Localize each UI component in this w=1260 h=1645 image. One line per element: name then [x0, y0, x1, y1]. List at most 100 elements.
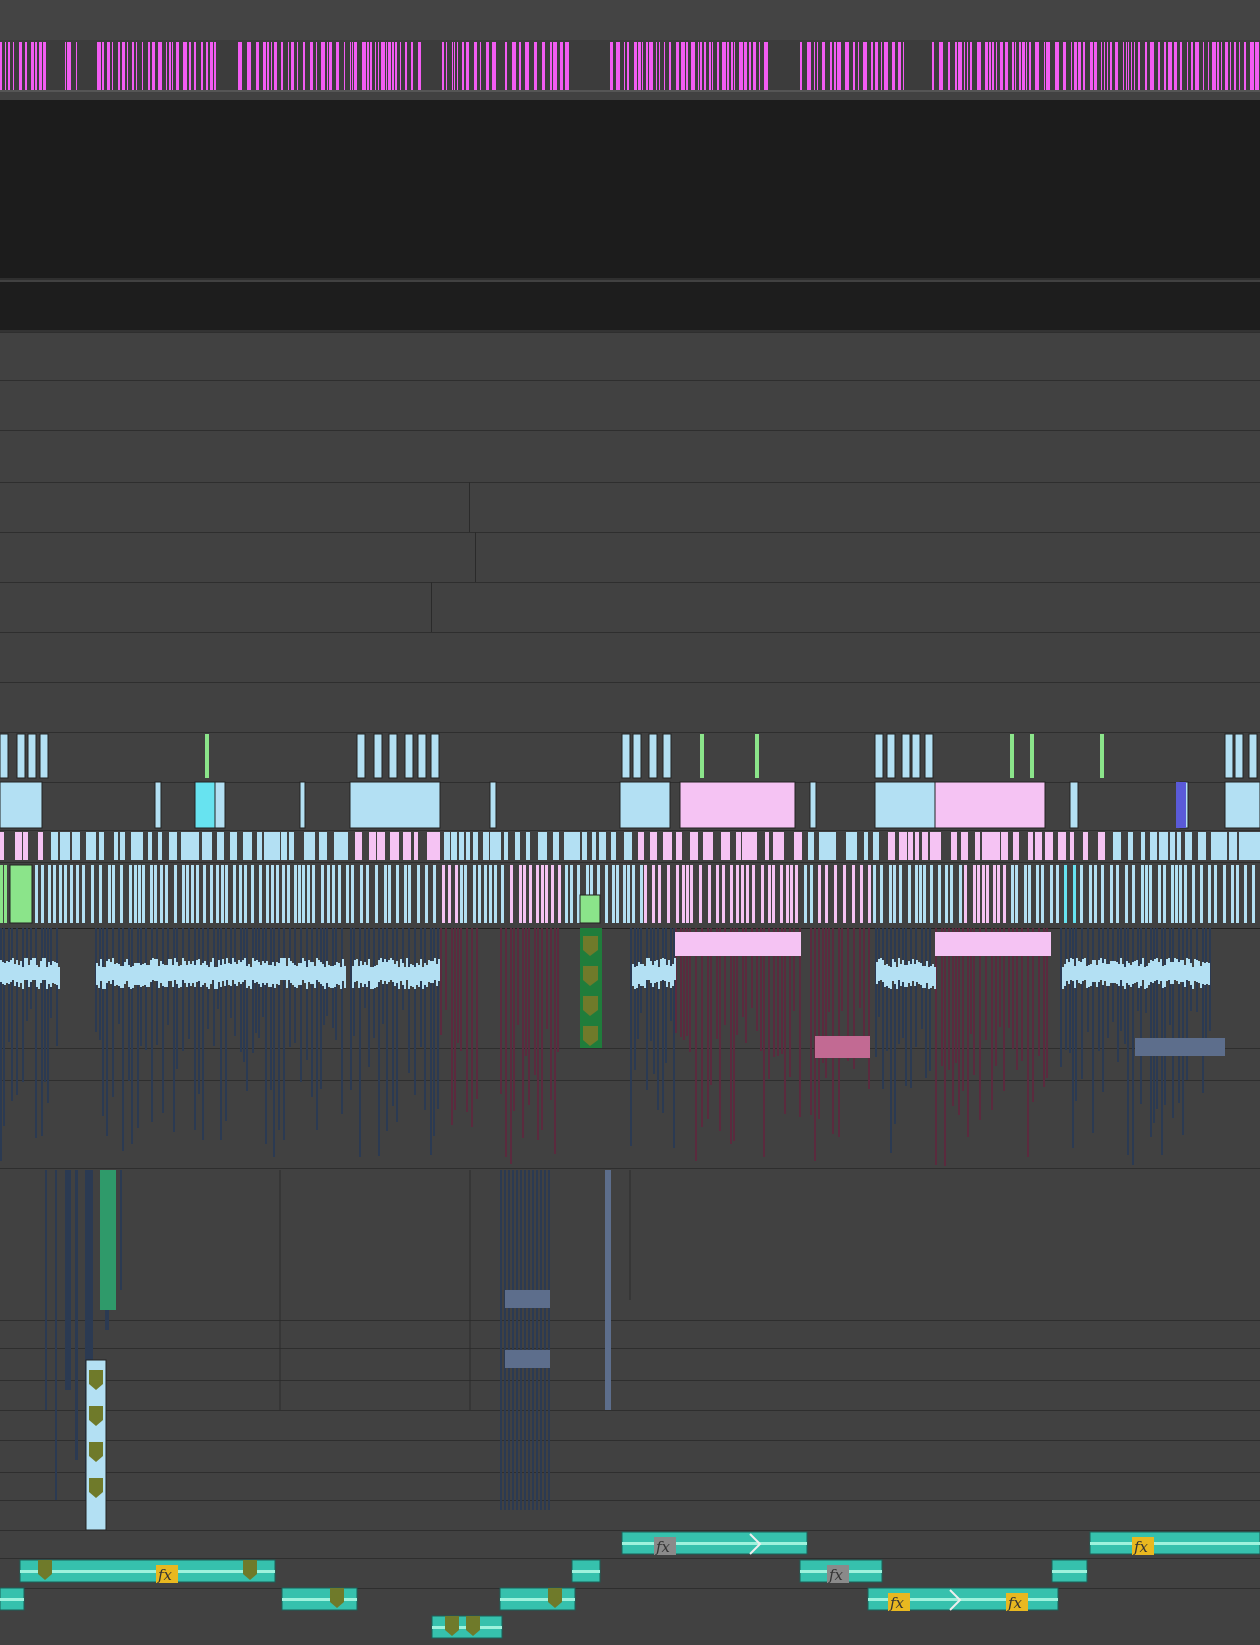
audio-clip[interactable] [902, 928, 904, 1038]
video-clip[interactable] [1179, 865, 1182, 923]
video-clip[interactable] [893, 865, 896, 923]
audio-waveform[interactable] [398, 967, 400, 989]
marker[interactable] [297, 42, 298, 90]
audio-waveform[interactable] [1096, 965, 1098, 987]
marker[interactable] [31, 42, 34, 90]
audio-waveform[interactable] [1168, 958, 1170, 980]
marker[interactable] [1000, 42, 1003, 90]
audio-waveform[interactable] [254, 961, 256, 983]
audio-waveform[interactable] [961, 932, 963, 956]
audio-clip[interactable] [505, 1350, 550, 1368]
marker[interactable] [807, 42, 811, 90]
audio-waveform[interactable] [410, 964, 412, 986]
audio-waveform[interactable] [791, 932, 793, 956]
marker[interactable] [858, 42, 859, 90]
video-clip[interactable] [964, 865, 967, 923]
marker[interactable] [97, 42, 101, 90]
video-clip[interactable] [27, 733, 37, 779]
marker[interactable] [1019, 42, 1021, 90]
video-clip[interactable] [478, 865, 481, 923]
marker[interactable] [267, 42, 269, 90]
marker[interactable] [753, 42, 756, 90]
audio-clip[interactable] [557, 928, 559, 1052]
audio-waveform[interactable] [1130, 965, 1132, 987]
audio-waveform[interactable] [136, 963, 138, 985]
video-clip[interactable] [736, 865, 739, 923]
video-clip[interactable] [15, 832, 22, 860]
audio-waveform[interactable] [206, 965, 208, 987]
marker[interactable] [1035, 42, 1039, 90]
audio-waveform[interactable] [370, 967, 372, 989]
audio-waveform[interactable] [432, 961, 434, 983]
marker[interactable] [992, 42, 994, 90]
audio-clip[interactable] [1156, 928, 1158, 1109]
audio-clip[interactable] [630, 928, 632, 1146]
video-clip[interactable] [899, 865, 902, 923]
audio-clip[interactable] [220, 928, 222, 1140]
video-clip[interactable] [82, 865, 85, 923]
audio-waveform[interactable] [924, 966, 926, 988]
video-clip[interactable] [676, 832, 682, 860]
audio-clip[interactable] [1164, 928, 1166, 1105]
marker[interactable] [107, 42, 110, 90]
marker[interactable] [1168, 42, 1172, 90]
audio-waveform[interactable] [140, 965, 142, 987]
audio-clip[interactable] [733, 928, 735, 1141]
audio-waveform[interactable] [1192, 967, 1194, 989]
video-clip[interactable] [239, 865, 242, 923]
audio-waveform[interactable] [368, 959, 370, 981]
audio-clip[interactable] [47, 928, 49, 1103]
audio-waveform[interactable] [727, 932, 729, 956]
video-clip[interactable] [310, 832, 315, 860]
marker[interactable] [1195, 42, 1199, 90]
audio-waveform[interactable] [270, 965, 272, 987]
audio-clip[interactable] [1065, 928, 1067, 1050]
audio-clip[interactable] [454, 928, 456, 1110]
marker[interactable] [817, 42, 818, 90]
marker[interactable] [1104, 42, 1105, 90]
audio-clip[interactable] [554, 928, 556, 1154]
audio-clip[interactable] [137, 928, 139, 1128]
video-clip[interactable] [1141, 832, 1145, 860]
audio-waveform[interactable] [737, 932, 739, 956]
video-clip[interactable] [994, 832, 1000, 860]
audio-waveform[interactable] [56, 963, 58, 985]
audio-waveform[interactable] [364, 962, 366, 984]
audio-clip[interactable] [935, 928, 937, 1165]
audio-waveform[interactable] [939, 932, 941, 956]
audio-waveform[interactable] [134, 963, 136, 985]
audio-clip[interactable] [1069, 928, 1071, 1053]
audio-waveform[interactable] [438, 959, 440, 981]
audio-waveform[interactable] [898, 958, 900, 980]
track-clip[interactable] [0, 532, 476, 582]
audio-waveform[interactable] [749, 932, 751, 956]
video-clip[interactable] [203, 865, 206, 923]
video-clip[interactable] [852, 865, 855, 923]
video-clip[interactable] [448, 865, 451, 923]
audio-clip[interactable] [719, 928, 721, 1131]
audio-waveform[interactable] [959, 932, 961, 956]
audio-waveform[interactable] [8, 962, 10, 984]
audio-waveform[interactable] [1194, 959, 1196, 981]
marker[interactable] [505, 42, 507, 90]
video-clip[interactable] [414, 832, 418, 860]
video-clip[interactable] [210, 865, 213, 923]
audio-waveform[interactable] [769, 932, 771, 956]
video-clip[interactable] [1214, 865, 1217, 923]
audio-waveform[interactable] [1110, 961, 1112, 983]
audio-clip[interactable] [11, 928, 13, 1101]
marker[interactable] [381, 42, 385, 90]
audio-waveform[interactable] [681, 932, 683, 956]
marker[interactable] [67, 42, 71, 90]
video-clip[interactable] [276, 865, 279, 923]
audio-waveform[interactable] [332, 966, 334, 988]
audio-waveform[interactable] [38, 967, 40, 989]
audio-clip[interactable] [341, 928, 343, 1114]
video-clip[interactable] [1015, 865, 1018, 923]
video-clip[interactable] [888, 832, 895, 860]
video-clip[interactable] [1001, 832, 1008, 860]
audio-waveform[interactable] [979, 932, 981, 956]
marker[interactable] [1094, 42, 1097, 90]
audio-clip[interactable] [311, 928, 313, 1097]
video-clip[interactable] [579, 894, 601, 924]
